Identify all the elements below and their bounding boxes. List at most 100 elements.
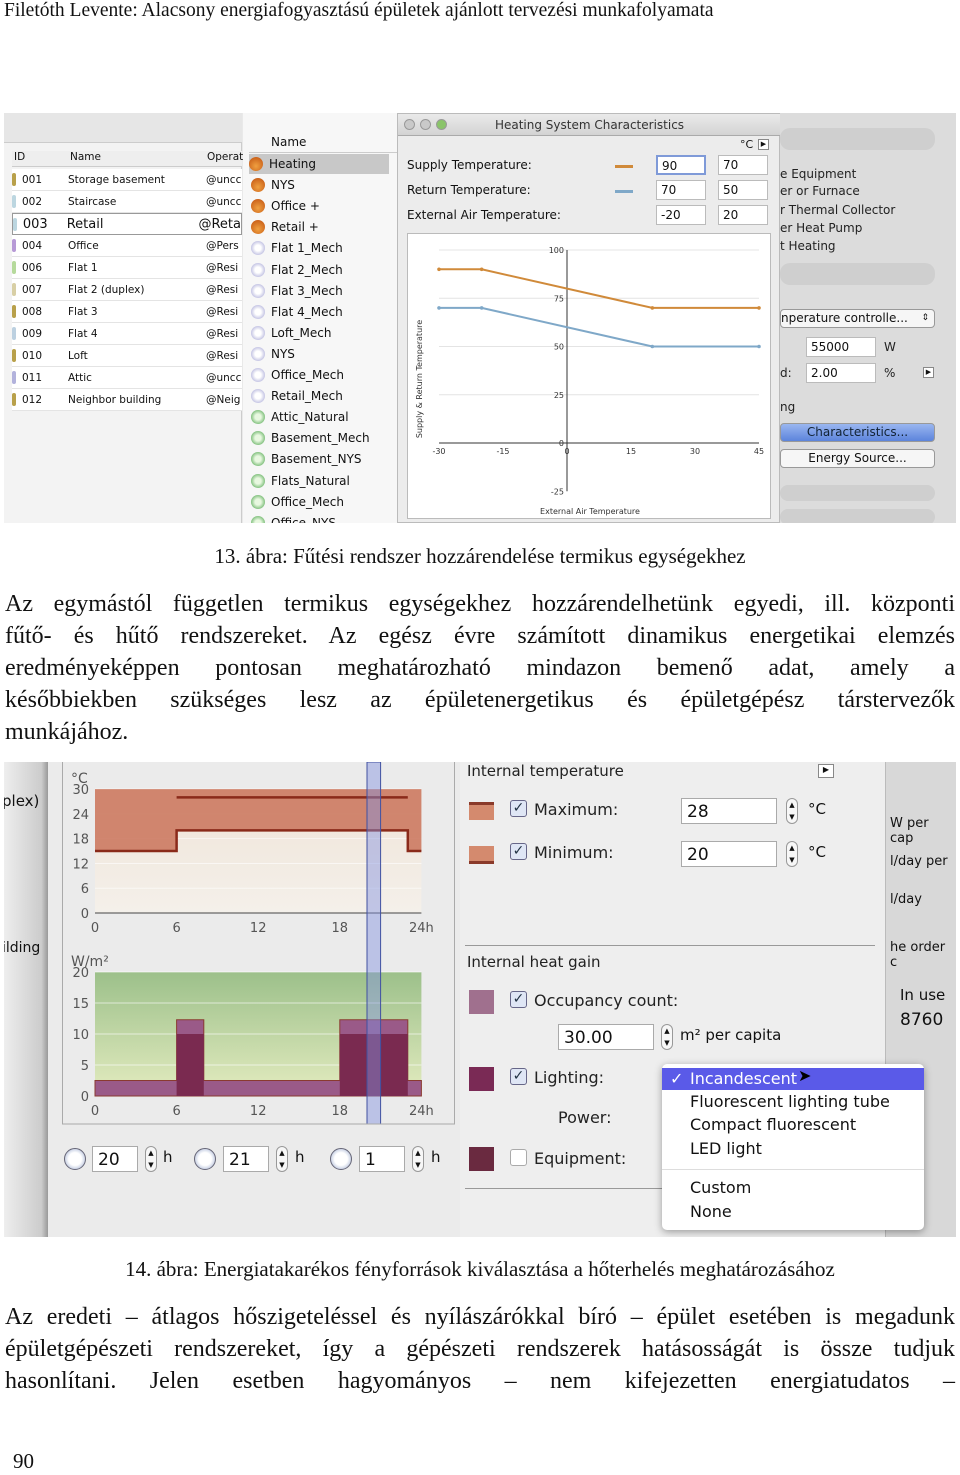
figure-14-caption: 14. ábra: Energiatakarékos fényforrások … [125,1257,835,1281]
occupancy-checkbox[interactable]: ✓ [510,991,527,1008]
y-tick-label: 6 [81,882,89,897]
zoom-button[interactable] [436,119,447,130]
occupancy-color-swatch[interactable] [469,990,494,1014]
system-list-item[interactable]: Retail + [251,217,319,237]
system-list-item[interactable]: Retail_Mech [251,386,343,406]
col-operation[interactable]: Operat [207,151,243,163]
system-list-item[interactable]: Heating [249,154,389,174]
lighting-checkbox[interactable]: ✓ [510,1068,527,1085]
system-list-item[interactable]: Flats_Natural [251,471,350,491]
start-hour-input[interactable]: 20 [92,1146,138,1172]
system-list-item[interactable]: NYS [251,344,295,364]
close-button[interactable] [404,119,415,130]
system-list-item[interactable]: Office_NYS [251,513,336,523]
selected-hour-band[interactable] [366,762,382,1125]
start-hour-stepper[interactable]: ▲ ▼ [145,1146,157,1172]
data-point [650,306,655,310]
table-row[interactable]: 009 Flat 4 @Resi [12,323,242,345]
equipment-color-swatch[interactable] [469,1147,494,1171]
menu-item[interactable]: Fluorescent lighting tube [690,1092,890,1111]
occupancy-input[interactable]: 30.00 [558,1024,654,1050]
maximum-input[interactable]: 28 [681,798,777,824]
table-row[interactable]: 011 Attic @uncc [12,367,242,389]
system-list-item[interactable]: Flat 3_Mech [251,281,343,301]
minimum-checkbox[interactable]: ✓ [510,843,527,860]
external-min-input[interactable]: -20 [656,205,706,225]
system-list-item[interactable]: Flat 4_Mech [251,302,343,322]
system-list-item[interactable]: Office + [251,196,320,216]
system-list-item[interactable]: NYS [251,175,295,195]
col-name[interactable]: Name [70,151,101,163]
duration-stepper[interactable]: ▲ ▼ [412,1146,424,1172]
zone-color-swatch [12,195,16,208]
x-tick-label: 18 [332,1104,349,1119]
maximum-checkbox[interactable]: ✓ [510,800,527,817]
characteristics-button[interactable]: Characteristics... [780,423,935,442]
table-row[interactable]: 007 Flat 2 (duplex) @Resi [12,279,242,301]
table-row[interactable]: 001 Storage basement @uncc [12,169,242,191]
play-icon[interactable]: ▶ [758,139,769,150]
minimum-stepper[interactable]: ▲ ▼ [786,841,798,867]
system-list-item[interactable]: Attic_Natural [251,407,349,427]
menu-item[interactable]: None [690,1202,732,1221]
percent-input[interactable]: 2.00 [806,363,876,383]
duration-input[interactable]: 1 [359,1146,405,1172]
play-icon[interactable]: ▶ [818,764,834,778]
table-row[interactable]: 003 Retail @Reta [12,213,242,235]
check-icon: ✓ [670,1069,684,1088]
system-list-item[interactable]: Office_Mech [251,365,344,385]
table-row[interactable]: 006 Flat 1 @Resi [12,257,242,279]
zone-color-swatch [12,239,16,252]
minimum-input[interactable]: 20 [681,841,777,867]
table-row[interactable]: 008 Flat 3 @Resi [12,301,242,323]
supply-min-input[interactable]: 90 [656,155,706,175]
end-hour-input[interactable]: 21 [223,1146,269,1172]
option-item[interactable]: t Heating [780,239,836,253]
equipment-checkbox[interactable] [510,1149,527,1166]
menu-item-selected[interactable]: ✓ Incandescent [662,1068,924,1090]
lighting-color-swatch[interactable] [469,1067,494,1091]
menu-item[interactable]: Custom [690,1178,751,1197]
supply-legend-icon [615,165,633,168]
option-item[interactable]: er Heat Pump [780,221,862,235]
maximum-color-swatch[interactable] [469,802,494,820]
system-list-item[interactable]: Office_Mech [251,492,344,512]
return-min-input[interactable]: 70 [656,180,706,200]
table-row[interactable]: 004 Office @Pers [12,235,242,257]
option-item[interactable]: r Thermal Collector [780,203,895,217]
end-hour-stepper[interactable]: ▲ ▼ [276,1146,288,1172]
system-list-item[interactable]: Flat 1_Mech [251,238,343,258]
system-list-item[interactable]: Basement_NYS [251,449,362,469]
system-list-item[interactable]: Basement_Mech [251,428,370,448]
control-select[interactable]: nperature controlle... ⇕ [780,309,935,328]
minimize-button[interactable] [420,119,431,130]
clock-icon [330,1148,352,1170]
power-input[interactable]: 55000 [806,337,876,357]
x-tick-label: 45 [754,447,764,456]
system-list-item[interactable]: Flat 2_Mech [251,260,343,280]
menu-item[interactable]: LED light [690,1139,762,1158]
play-icon[interactable]: ▶ [923,367,934,378]
table-row[interactable]: 002 Staircase @uncc [12,191,242,213]
system-name: Flat 1_Mech [271,241,343,256]
table-row[interactable]: 012 Neighbor building @Neig [12,389,242,411]
data-point [479,267,484,272]
external-max-input[interactable]: 20 [718,205,768,225]
x-tick-label: 18 [332,921,349,936]
maximum-stepper[interactable]: ▲ ▼ [786,798,798,824]
table-row[interactable]: 010 Loft @Resi [12,345,242,367]
energy-source-button[interactable]: Energy Source... [780,449,935,468]
y-tick-label: 50 [554,343,564,352]
zone-name: Flat 1 [68,261,98,274]
minimum-color-swatch[interactable] [469,846,494,864]
option-item[interactable]: e Equipment [780,167,856,181]
menu-item[interactable]: Compact fluorescent [690,1115,856,1134]
return-max-input[interactable]: 50 [718,180,768,200]
panel-text: he order c [890,940,946,970]
occupancy-stepper[interactable]: ▲ ▼ [661,1024,673,1050]
col-id[interactable]: ID [14,151,25,163]
ng-label: ng [780,400,796,414]
system-list-item[interactable]: Loft_Mech [251,323,331,343]
supply-max-input[interactable]: 70 [718,155,768,175]
option-item[interactable]: er or Furnace [780,184,860,198]
